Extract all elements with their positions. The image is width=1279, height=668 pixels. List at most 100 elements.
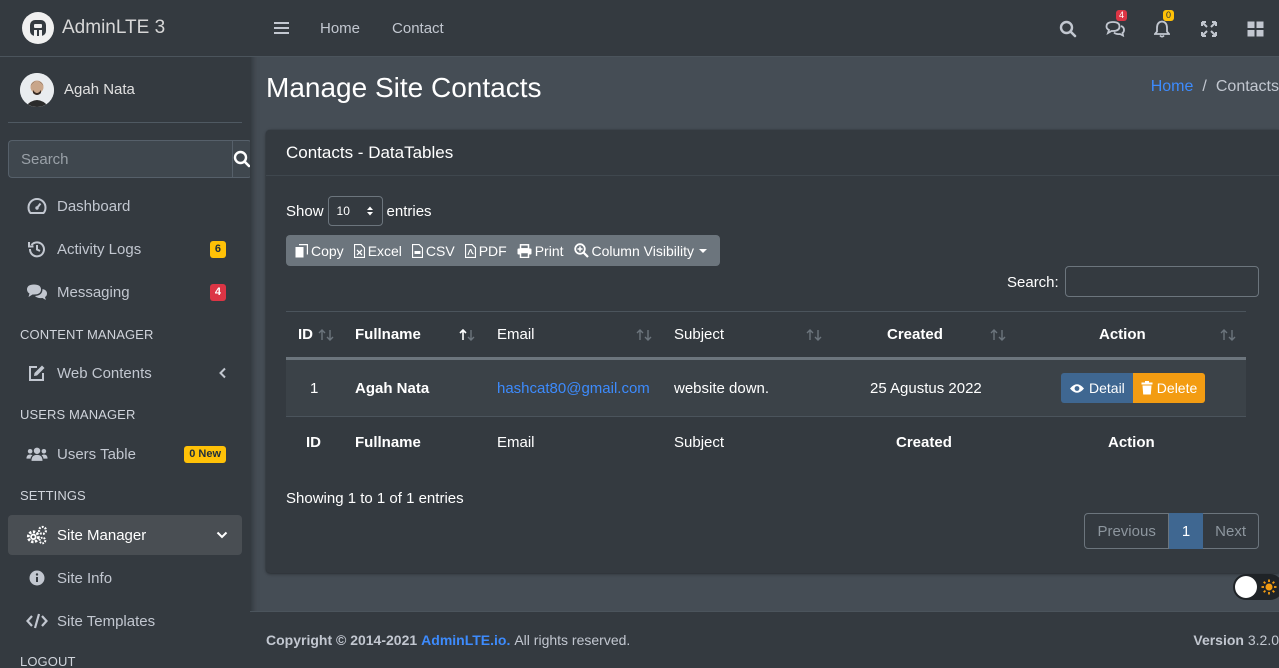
sidebar-item-messaging[interactable]: Messaging 4 — [8, 272, 242, 312]
file-pdf-icon — [464, 243, 476, 258]
table-footer-row: ID Fullname Email Subject Created Action — [286, 418, 1246, 466]
menu-toggle-button[interactable] — [274, 21, 290, 35]
breadcrumb-home-link[interactable]: Home — [1151, 78, 1194, 96]
table-header-row: ID Fullname Email Subject Created Action — [286, 311, 1246, 360]
col-header-subject[interactable]: Subject — [674, 326, 724, 343]
nav-header-content-manager: CONTENT MANAGER — [20, 327, 154, 342]
pdf-button-label: PDF — [478, 242, 507, 259]
sidebar-search-button[interactable] — [232, 140, 250, 178]
search-icon — [1059, 20, 1076, 37]
footer-created: Created — [896, 433, 952, 451]
users-table-badge: 0 New — [184, 445, 226, 463]
table-search-input[interactable] — [1065, 266, 1259, 297]
cell-email-link[interactable]: hashcat80@gmail.com — [497, 380, 650, 397]
comments-icon — [27, 284, 47, 300]
copy-icon — [295, 243, 308, 257]
fullscreen-button[interactable] — [1185, 20, 1232, 37]
navbar-search-button[interactable] — [1044, 20, 1091, 38]
next-page-button[interactable]: Next — [1203, 513, 1259, 549]
sidebar-item-activity-logs[interactable]: Activity Logs 6 — [8, 229, 242, 269]
brand-logo-icon — [22, 12, 54, 44]
bell-icon — [1153, 20, 1170, 38]
copy-button[interactable]: Copy — [290, 235, 349, 266]
user-panel[interactable]: Agah Nata — [8, 57, 242, 123]
detail-button[interactable]: Detail — [1061, 373, 1133, 403]
chevron-down-icon — [216, 531, 228, 539]
export-button-group: Copy Excel CSV PDF Print Column Visibili… — [286, 235, 720, 266]
sidebar-item-site-manager[interactable]: Site Manager — [8, 515, 242, 555]
th-large-icon — [1247, 21, 1264, 36]
info-circle-icon — [29, 570, 45, 586]
sidebar-search-input[interactable] — [8, 140, 232, 178]
entries-label: entries — [386, 202, 432, 220]
sidebar-item-dashboard[interactable]: Dashboard — [8, 186, 242, 226]
nav-link-contact[interactable]: Contact — [392, 20, 444, 37]
top-navbar: Home Contact 4 0 — [250, 0, 1279, 57]
sort-icon — [636, 328, 652, 341]
dark-mode-toggle[interactable] — [1233, 574, 1279, 600]
cell-id: 1 — [310, 379, 319, 397]
sidebar-item-label: Web Contents — [57, 364, 152, 382]
sidebar-item-web-contents[interactable]: Web Contents — [8, 353, 242, 393]
delete-button[interactable]: Delete — [1132, 373, 1206, 403]
row-actions: Detail Delete — [1061, 373, 1206, 403]
col-header-created[interactable]: Created — [887, 326, 943, 343]
col-header-email[interactable]: Email — [497, 326, 535, 343]
main-sidebar: AdminLTE 3 Agah Nata Dashboard Activity … — [0, 0, 250, 668]
users-icon — [26, 447, 48, 461]
brand-link[interactable]: AdminLTE 3 — [0, 0, 250, 57]
comments-icon — [1105, 21, 1125, 37]
sidebar-search — [8, 140, 250, 178]
sidebar-item-label: Dashboard — [57, 197, 131, 215]
footer-link[interactable]: AdminLTE.io. — [421, 632, 510, 648]
search-plus-icon — [573, 243, 589, 258]
cell-created: 25 Agustus 2022 — [870, 379, 982, 397]
notifications-dropdown[interactable]: 0 — [1138, 9, 1185, 38]
col-header-id[interactable]: ID — [298, 326, 313, 343]
footer-version: Version 3.2.0 — [1193, 632, 1279, 648]
excel-button[interactable]: Excel — [349, 235, 407, 266]
page-button-1[interactable]: 1 — [1168, 513, 1204, 549]
page-length-select[interactable]: 10 — [327, 196, 383, 226]
chevron-left-icon — [219, 367, 226, 379]
caret-down-icon — [698, 248, 707, 253]
avatar — [20, 72, 54, 107]
page-length-control: Show 10 entries — [286, 196, 432, 226]
code-icon — [26, 613, 48, 629]
col-header-fullname[interactable]: Fullname — [355, 326, 421, 343]
brand-text: AdminLTE 3 — [62, 17, 166, 38]
print-icon — [517, 243, 532, 258]
sort-asc-icon — [459, 328, 475, 341]
print-button[interactable]: Print — [512, 235, 569, 266]
sidebar-item-site-templates[interactable]: Site Templates — [8, 601, 242, 641]
footer-rights: All rights reserved. — [514, 632, 631, 648]
col-header-action[interactable]: Action — [1099, 326, 1146, 343]
previous-page-button[interactable]: Previous — [1084, 513, 1169, 549]
column-visibility-button[interactable]: Column Visibility — [569, 235, 716, 266]
pdf-button[interactable]: PDF — [460, 235, 512, 266]
sidebar-item-site-info[interactable]: Site Info — [8, 558, 242, 598]
sidebar-item-label: Users Table — [57, 445, 136, 463]
navbar-right: 4 0 — [1044, 0, 1279, 57]
print-button-label: Print — [534, 242, 564, 259]
nav-link-home[interactable]: Home — [320, 20, 360, 37]
messages-dropdown[interactable]: 4 — [1091, 10, 1138, 37]
sidebar-item-users-table[interactable]: Users Table 0 New — [8, 434, 242, 474]
detail-button-label: Detail — [1089, 380, 1125, 396]
csv-button[interactable]: CSV — [407, 235, 460, 266]
table-info: Showing 1 to 1 of 1 entries — [286, 490, 464, 507]
footer-fullname: Fullname — [355, 433, 421, 451]
notifications-badge: 0 — [1163, 9, 1175, 21]
main-footer: Copyright © 2014-2021 AdminLTE.io. All r… — [250, 611, 1279, 668]
nav-header-logout: LOGOUT — [20, 654, 76, 668]
breadcrumb-separator: / — [1202, 78, 1207, 95]
select-arrows-icon — [366, 206, 373, 216]
expand-arrows-icon — [1200, 20, 1217, 37]
sidebar-item-label: Site Templates — [57, 612, 156, 630]
user-name: Agah Nata — [64, 81, 135, 98]
nav-header-users-manager: USERS MANAGER — [20, 407, 136, 422]
trash-icon — [1141, 381, 1153, 395]
cogs-icon — [26, 525, 48, 545]
footer-subject: Subject — [674, 433, 725, 451]
control-sidebar-button[interactable] — [1232, 21, 1279, 37]
